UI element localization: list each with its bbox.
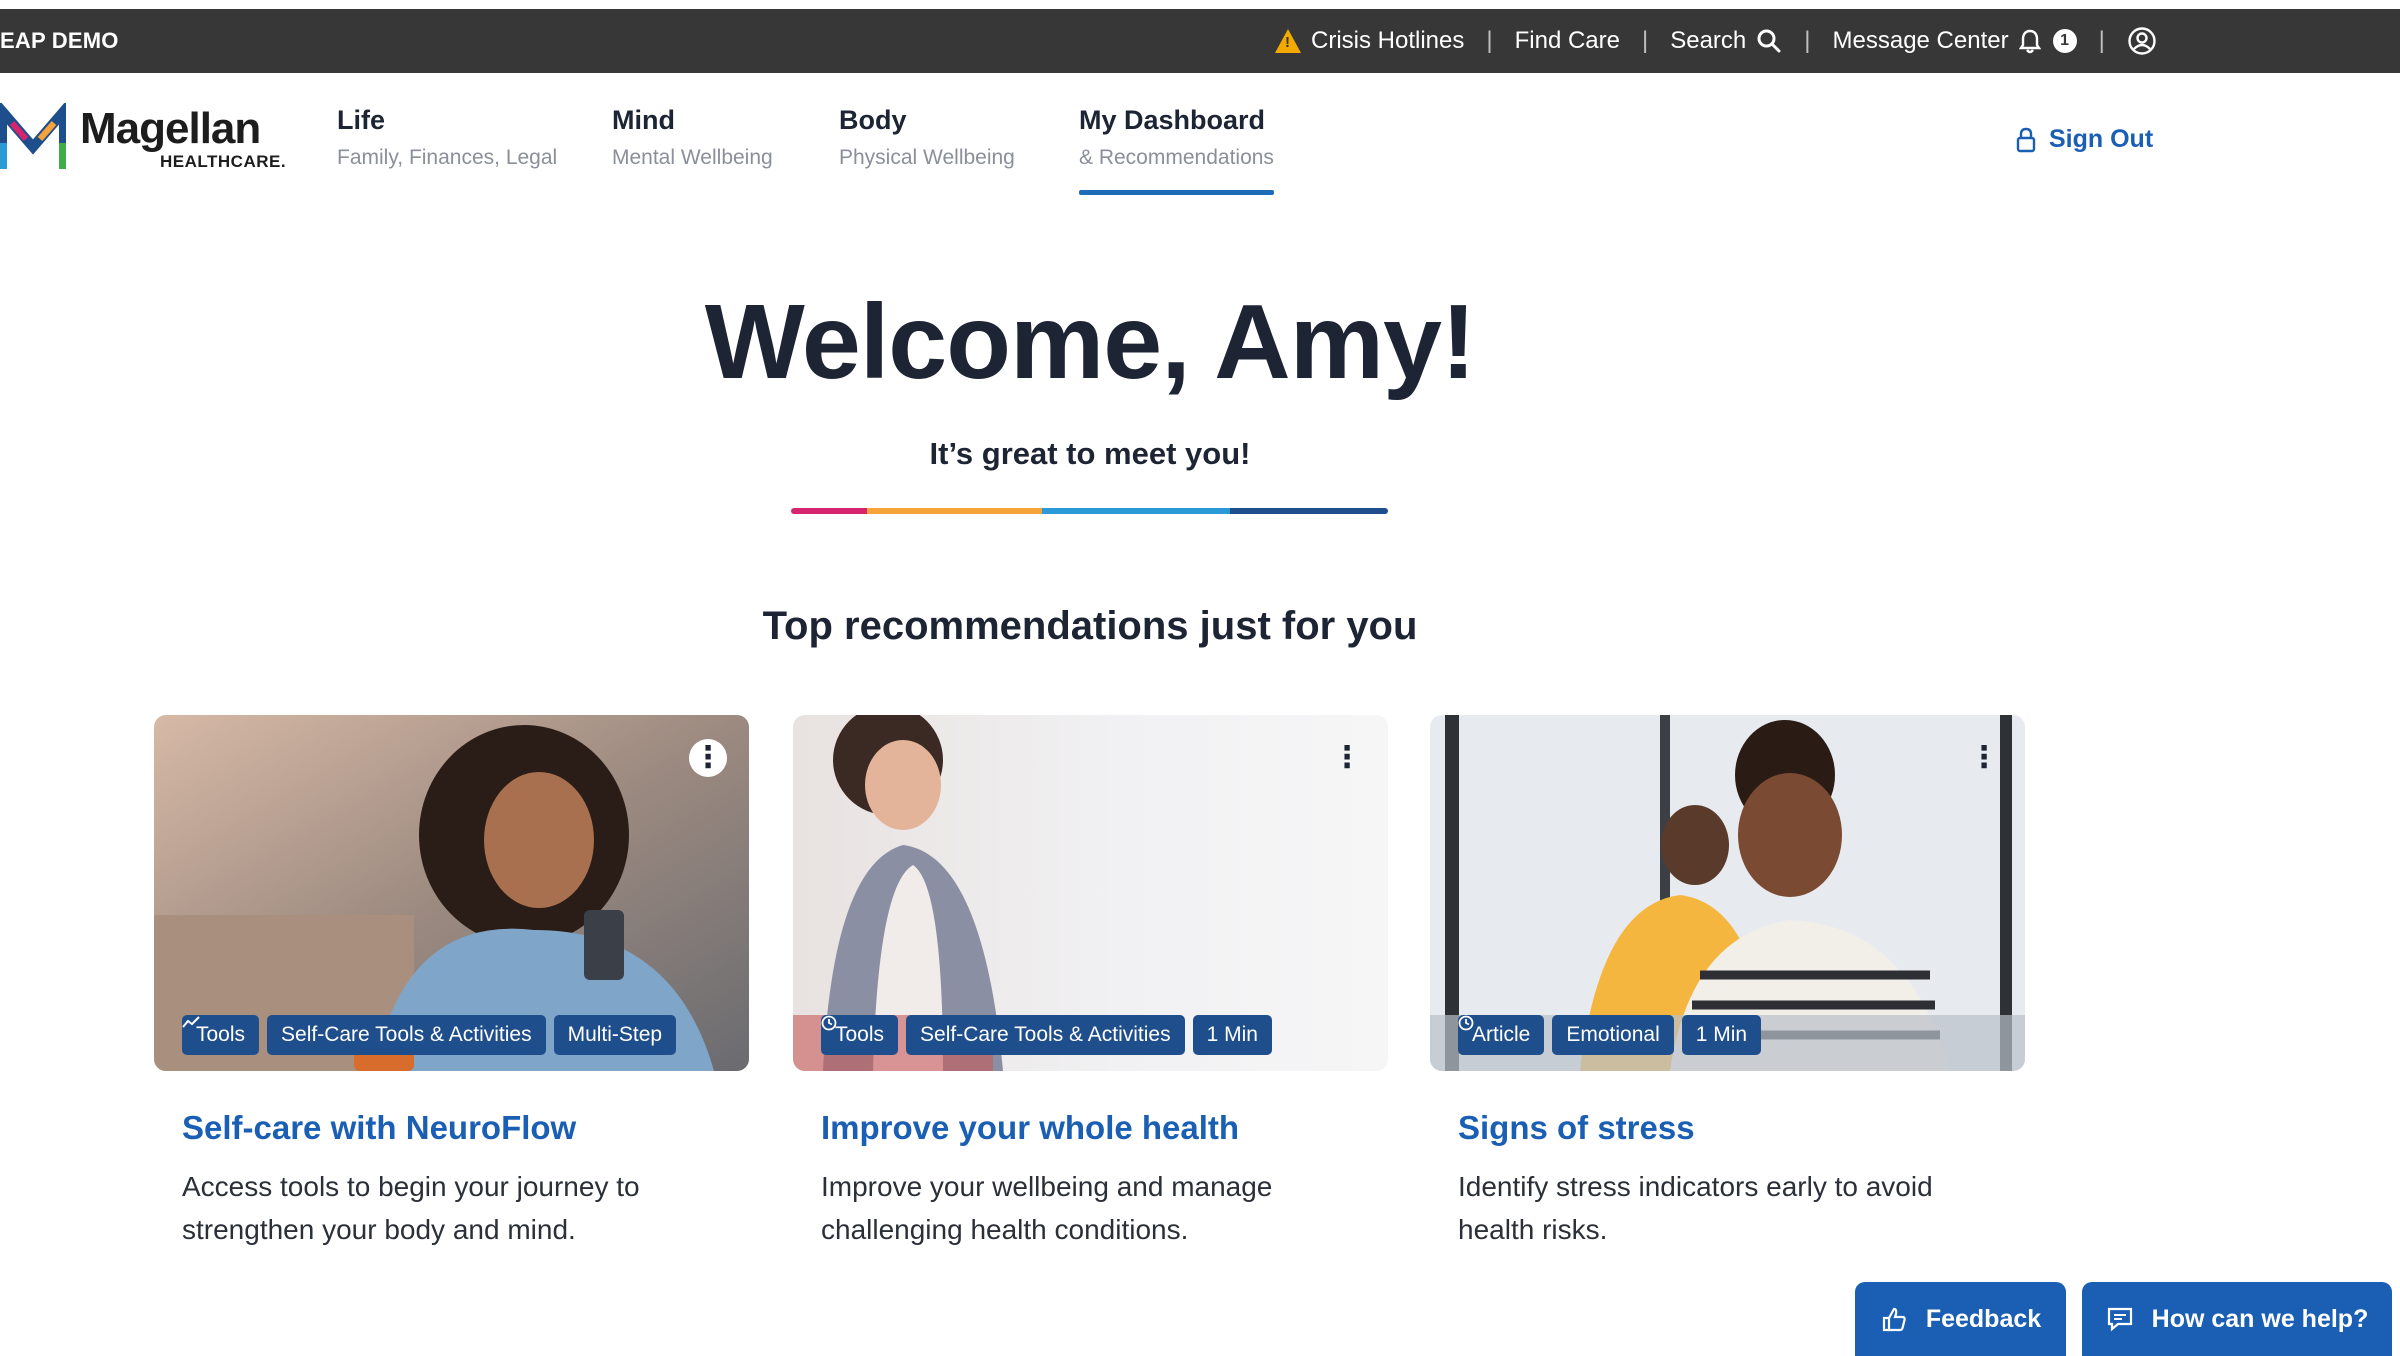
duration-tag: 1 Min	[1458, 1015, 1762, 1055]
trend-icon	[182, 1016, 200, 1028]
tab-subtitle: & Recommendations	[1079, 146, 1274, 169]
main-nav: Magellan HEALTHCARE. Life Family, Financ…	[0, 73, 2400, 203]
feedback-label: Feedback	[1925, 1304, 2042, 1333]
card-description: Identify stress indicators early to avoi…	[1458, 1171, 1933, 1245]
magellan-logo[interactable]: Magellan HEALTHCARE.	[0, 103, 286, 173]
crisis-hotlines-link[interactable]: Crisis Hotlines	[1275, 27, 1464, 55]
tag: Emotional	[1552, 1015, 1674, 1055]
card-title[interactable]: Self-care with NeuroFlow	[154, 1109, 749, 1147]
lock-icon	[2016, 127, 2036, 152]
card-description: Improve your wellbeing and manage challe…	[821, 1171, 1273, 1245]
tag-label: 1 Min	[1695, 1023, 1748, 1046]
find-care-label: Find Care	[1514, 27, 1620, 54]
tab-title: Body	[839, 105, 907, 135]
recommendation-card[interactable]: ⋮ Tools Self-Care Tools & Activities 1 M…	[793, 715, 1388, 1251]
crisis-hotlines-label: Crisis Hotlines	[1311, 27, 1465, 54]
tab-mind[interactable]: Mind Mental Wellbeing	[612, 105, 773, 195]
card-title[interactable]: Improve your whole health	[793, 1109, 1388, 1147]
help-label: How can we help?	[2151, 1304, 2369, 1333]
separator: |	[1804, 27, 1811, 54]
tab-title: Mind	[612, 105, 675, 135]
duration-tag: 1 Min	[821, 1015, 1272, 1055]
tag-label: 1 Min	[1206, 1023, 1258, 1046]
separator: |	[2098, 27, 2105, 54]
find-care-link[interactable]: Find Care	[1515, 27, 1620, 55]
bell-icon	[2018, 29, 2041, 54]
tag: Self-Care Tools & Activities	[906, 1015, 1185, 1055]
more-options-icon[interactable]: ⋮	[689, 739, 727, 777]
more-options-icon[interactable]: ⋮	[1965, 739, 2003, 777]
warning-icon	[1275, 29, 1301, 53]
how-can-we-help-button[interactable]: How can we help?	[2082, 1282, 2392, 1356]
recommendation-card[interactable]: ⋮ Article Emotional 1 Min Signs of stres…	[1430, 715, 2025, 1251]
card-title[interactable]: Signs of stress	[1430, 1109, 2025, 1147]
utility-bar: EAP DEMO Crisis Hotlines | Find Care | S…	[0, 9, 2400, 73]
card-tags: Tools Self-Care Tools & Activities 1 Min	[821, 1015, 1341, 1055]
search-icon	[1757, 29, 1781, 53]
user-circle-icon	[2128, 27, 2156, 55]
welcome-heading: Welcome, Amy!	[704, 283, 1476, 401]
sign-out-label: Sign Out	[2049, 125, 2154, 153]
message-center-label: Message Center	[1832, 27, 2009, 54]
multi-step-tag: Multi-Step	[182, 1015, 677, 1055]
card-image: ⋮ Article Emotional 1 Min	[1430, 715, 2025, 1071]
tab-title: My Dashboard	[1079, 105, 1266, 135]
logo-subtext: HEALTHCARE.	[160, 151, 287, 171]
eap-demo-label: EAP DEMO	[0, 28, 119, 53]
chat-icon	[2107, 1307, 2132, 1332]
tab-life[interactable]: Life Family, Finances, Legal	[337, 105, 557, 195]
separator: |	[1486, 27, 1493, 54]
tag-label: Multi-Step	[567, 1023, 663, 1046]
tab-subtitle: Mental Wellbeing	[612, 146, 773, 169]
recommendations-heading: Top recommendations just for you	[762, 604, 1418, 648]
card-image: ⋮ Tools Self-Care Tools & Activities 1 M…	[793, 715, 1388, 1071]
search-label: Search	[1670, 27, 1747, 54]
magellan-m-logo-icon	[0, 103, 66, 169]
account-menu[interactable]	[2127, 26, 2157, 56]
sign-out-button[interactable]: Sign Out	[2015, 125, 2153, 154]
thumbs-up-icon	[1882, 1307, 1906, 1332]
card-tags: Article Emotional 1 Min	[1458, 1015, 1978, 1055]
notification-count-badge: 1	[2052, 29, 2077, 53]
card-tags: Tools Self-Care Tools & Activities Multi…	[182, 1015, 702, 1055]
more-options-icon[interactable]: ⋮	[1328, 739, 1366, 777]
tab-subtitle: Physical Wellbeing	[839, 146, 1015, 169]
tab-body[interactable]: Body Physical Wellbeing	[839, 105, 1015, 195]
tab-title: Life	[337, 105, 386, 135]
top-strip	[0, 0, 2400, 9]
tab-subtitle: Family, Finances, Legal	[337, 146, 558, 169]
message-center-link[interactable]: Message Center 1	[1833, 27, 2077, 55]
utility-links: Crisis Hotlines | Find Care | Search | M…	[1275, 9, 2157, 73]
rainbow-divider	[791, 508, 1388, 514]
card-description: Access tools to begin your journey to st…	[182, 1171, 640, 1245]
feedback-button[interactable]: Feedback	[1855, 1282, 2066, 1356]
tab-my-dashboard[interactable]: My Dashboard & Recommendations	[1079, 105, 1274, 195]
welcome-subtitle: It’s great to meet you!	[929, 436, 1251, 471]
clock-icon	[821, 1015, 837, 1031]
search-link[interactable]: Search	[1670, 27, 1782, 55]
separator: |	[1641, 27, 1649, 54]
tag: Self-Care Tools & Activities	[267, 1015, 546, 1055]
clock-icon	[1458, 1015, 1474, 1031]
card-image: ⋮ Tools Self-Care Tools & Activities Mul…	[154, 715, 749, 1071]
logo-wordmark: Magellan	[80, 103, 261, 153]
recommendation-card[interactable]: ⋮ Tools Self-Care Tools & Activities Mul…	[154, 715, 749, 1251]
